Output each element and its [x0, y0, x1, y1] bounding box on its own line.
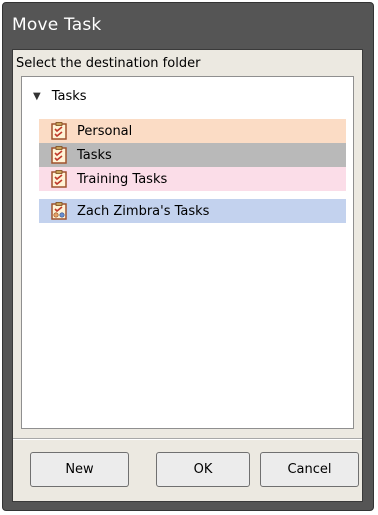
tree-item-zach-zimbras-tasks[interactable]: Zach Zimbra's Tasks	[39, 199, 346, 223]
tree-item-label: Personal	[77, 123, 133, 139]
task-list-icon	[51, 146, 67, 164]
tree-root-label: Tasks	[51, 89, 87, 104]
shared-task-list-icon	[51, 202, 67, 220]
ok-button[interactable]: OK	[156, 452, 250, 487]
dialog-title: Move Task	[12, 15, 102, 35]
button-separator	[13, 438, 362, 440]
task-list-icon	[51, 122, 67, 140]
new-button[interactable]: New	[30, 452, 129, 487]
cancel-button[interactable]: Cancel	[260, 452, 359, 487]
tree-item-label: Tasks	[77, 147, 112, 163]
instruction-label: Select the destination folder	[16, 56, 201, 71]
move-task-dialog: Move Task Select the destination folder …	[2, 2, 374, 511]
tree-item-label: Training Tasks	[77, 171, 168, 187]
tree-item-tasks[interactable]: Tasks	[39, 143, 346, 167]
tree-item-training-tasks[interactable]: Training Tasks	[39, 167, 346, 191]
tree-root-tasks[interactable]: ▼ Tasks	[33, 89, 87, 104]
dialog-body: Select the destination folder ▼ Tasks Pe…	[12, 49, 363, 502]
tree-item-label: Zach Zimbra's Tasks	[77, 203, 210, 219]
task-list-icon	[51, 170, 67, 188]
expand-arrow-icon[interactable]: ▼	[33, 91, 41, 102]
folder-tree: ▼ Tasks Personal Tasks Training Tasks Za…	[21, 76, 354, 429]
tree-item-personal[interactable]: Personal	[39, 119, 346, 143]
